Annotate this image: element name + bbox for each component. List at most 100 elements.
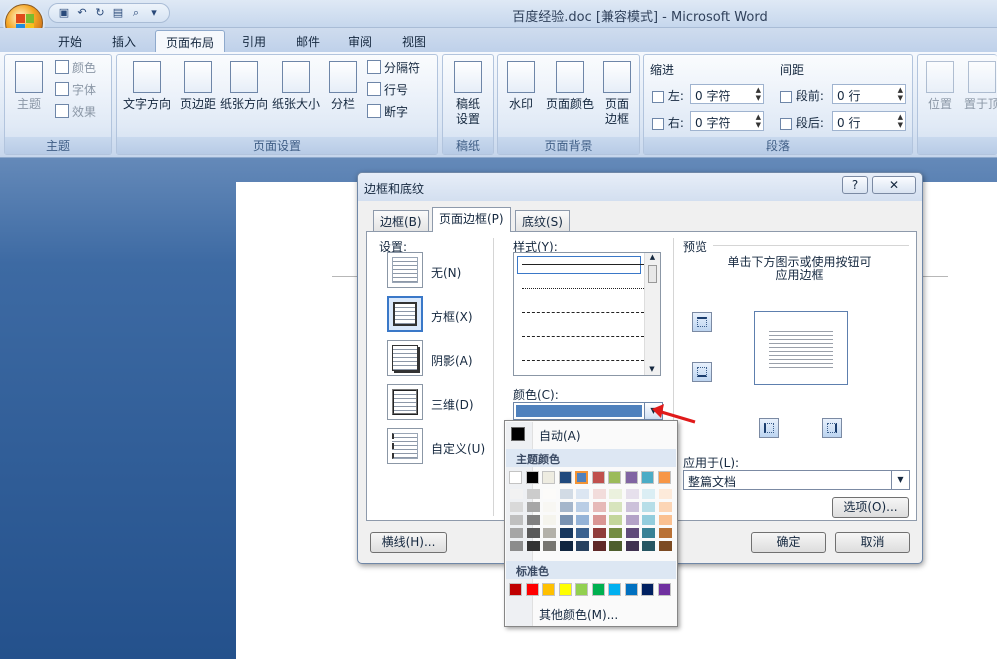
theme-shade-swatch[interactable] xyxy=(642,515,655,525)
watermark-button[interactable]: 水印 xyxy=(500,57,542,112)
position-button[interactable]: 位置 xyxy=(922,57,958,112)
theme-shade-swatch[interactable] xyxy=(658,502,672,512)
theme-shade-swatch[interactable] xyxy=(658,541,672,551)
theme-shade-swatch[interactable] xyxy=(526,515,540,525)
tab-mailings[interactable]: 邮件 xyxy=(286,30,330,52)
page-color-button[interactable]: 页面颜色 xyxy=(542,57,598,112)
color-dropdown[interactable]: ▼ xyxy=(513,402,663,420)
style-long-dash-line[interactable] xyxy=(522,336,644,337)
theme-shade-swatch[interactable] xyxy=(576,541,589,551)
style-dashed-line[interactable] xyxy=(522,312,644,313)
theme-color-swatch[interactable] xyxy=(641,471,654,484)
more-colors-option[interactable]: 其他颜色(M)... xyxy=(539,606,618,623)
theme-colors-button[interactable]: 颜色 xyxy=(55,57,96,77)
close-button[interactable]: ✕ xyxy=(872,176,916,194)
indent-left-spinner[interactable]: 0 字符 ▲ ▼ xyxy=(690,84,764,104)
margins-button[interactable]: 页边距 xyxy=(173,57,223,112)
new-doc-icon[interactable]: ▤ xyxy=(111,6,125,20)
indent-right-spinner[interactable]: 0 字符 ▲ ▼ xyxy=(690,111,764,131)
standard-color-swatch[interactable] xyxy=(657,583,671,596)
hyphenation-button[interactable]: 断字 xyxy=(367,101,408,121)
theme-shade-swatch[interactable] xyxy=(576,528,589,538)
help-button[interactable]: ? xyxy=(842,176,868,194)
theme-shade-swatch[interactable] xyxy=(625,515,639,525)
dropdown-arrow-icon[interactable]: ▼ xyxy=(891,471,909,489)
theme-color-swatch[interactable] xyxy=(657,471,671,484)
orientation-button[interactable]: 纸张方向 xyxy=(217,57,271,112)
scroll-up-icon[interactable]: ▲ xyxy=(645,253,660,261)
style-item-selected[interactable] xyxy=(517,256,641,274)
setting-3d-box[interactable] xyxy=(387,384,423,420)
setting-custom-label[interactable]: 自定义(U) xyxy=(431,440,485,457)
manuscript-setting-button[interactable]: 稿纸 设置 xyxy=(443,57,493,127)
scroll-thumb[interactable] xyxy=(648,265,657,283)
theme-shade-swatch[interactable] xyxy=(658,528,672,538)
theme-shade-swatch[interactable] xyxy=(609,541,622,551)
theme-shade-swatch[interactable] xyxy=(658,515,672,525)
theme-shade-swatch[interactable] xyxy=(642,502,655,512)
standard-color-swatch[interactable] xyxy=(575,583,588,596)
setting-none-label[interactable]: 无(N) xyxy=(431,264,461,281)
theme-shade-swatch[interactable] xyxy=(592,489,606,499)
theme-shade-swatch[interactable] xyxy=(526,541,540,551)
right-border-button[interactable] xyxy=(822,418,842,438)
theme-shade-swatch[interactable] xyxy=(543,502,556,512)
theme-shade-swatch[interactable] xyxy=(625,528,639,538)
theme-shade-swatch[interactable] xyxy=(609,528,622,538)
style-dash-dot-line[interactable] xyxy=(522,360,644,361)
standard-color-swatch[interactable] xyxy=(591,583,605,596)
setting-3d-label[interactable]: 三维(D) xyxy=(431,396,474,413)
theme-shade-swatch[interactable] xyxy=(559,528,573,538)
setting-custom-box[interactable] xyxy=(387,428,423,464)
tab-references[interactable]: 引用 xyxy=(232,30,276,52)
line-numbers-button[interactable]: 行号 xyxy=(367,79,408,99)
setting-box-box[interactable] xyxy=(387,296,423,332)
theme-color-swatch[interactable] xyxy=(624,471,638,484)
ok-button[interactable]: 确定 xyxy=(751,532,826,553)
theme-shade-swatch[interactable] xyxy=(625,489,639,499)
theme-color-swatch[interactable] xyxy=(509,471,522,484)
theme-shade-swatch[interactable] xyxy=(609,502,622,512)
auto-color-option[interactable]: 自动(A) xyxy=(539,427,581,444)
breaks-button[interactable]: 分隔符 xyxy=(367,57,420,77)
scroll-down-icon[interactable]: ▼ xyxy=(645,365,659,373)
setting-shadow-box[interactable] xyxy=(387,340,423,376)
standard-color-swatch[interactable] xyxy=(641,583,654,596)
theme-color-swatch[interactable] xyxy=(525,471,539,484)
theme-shade-swatch[interactable] xyxy=(510,489,523,499)
tab-insert[interactable]: 插入 xyxy=(102,30,146,52)
size-button[interactable]: 纸张大小 xyxy=(269,57,323,112)
theme-shade-swatch[interactable] xyxy=(625,502,639,512)
tab-review[interactable]: 审阅 xyxy=(338,30,382,52)
top-border-button[interactable] xyxy=(692,312,712,332)
theme-color-swatch[interactable] xyxy=(542,471,555,484)
setting-shadow-label[interactable]: 阴影(A) xyxy=(431,352,473,369)
theme-color-swatch[interactable] xyxy=(558,471,572,484)
save-icon[interactable]: ▣ xyxy=(57,6,71,20)
theme-shade-swatch[interactable] xyxy=(625,541,639,551)
customize-qat-icon[interactable]: ▾ xyxy=(147,6,161,20)
redo-icon[interactable]: ↻ xyxy=(93,6,107,20)
spacing-before-spinner[interactable]: 0 行 ▲ ▼ xyxy=(832,84,906,104)
bring-front-button[interactable]: 置于顶 xyxy=(962,57,997,112)
theme-shade-swatch[interactable] xyxy=(526,528,540,538)
tab-shading[interactable]: 底纹(S) xyxy=(515,210,570,231)
standard-color-swatch[interactable] xyxy=(525,583,539,596)
tab-borders[interactable]: 边框(B) xyxy=(373,210,429,231)
tab-page-border[interactable]: 页面边框(P) xyxy=(432,207,511,232)
theme-shade-swatch[interactable] xyxy=(592,528,606,538)
theme-color-swatch[interactable] xyxy=(575,471,588,484)
themes-button[interactable]: 主题 xyxy=(7,57,51,112)
standard-color-swatch[interactable] xyxy=(608,583,621,596)
columns-button[interactable]: 分栏 xyxy=(323,57,363,112)
theme-shade-swatch[interactable] xyxy=(510,502,523,512)
theme-shade-swatch[interactable] xyxy=(559,489,573,499)
theme-shade-swatch[interactable] xyxy=(642,489,655,499)
preview-page[interactable] xyxy=(754,311,848,385)
theme-shade-swatch[interactable] xyxy=(543,528,556,538)
theme-color-swatch[interactable] xyxy=(608,471,621,484)
theme-shade-swatch[interactable] xyxy=(510,541,523,551)
undo-icon[interactable]: ↶ xyxy=(75,6,89,20)
theme-shade-swatch[interactable] xyxy=(559,502,573,512)
setting-none-box[interactable] xyxy=(387,252,423,288)
